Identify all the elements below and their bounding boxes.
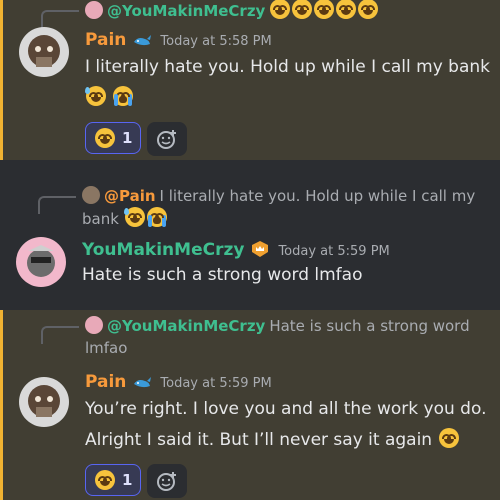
sweat-smile-emoji: [123, 207, 145, 227]
add-reaction-icon: [157, 472, 177, 491]
timestamp[interactable]: Today at 5:58 PM: [160, 34, 271, 49]
avatar[interactable]: [19, 27, 69, 77]
message-content: I literally hate you. Hold up while I ca…: [85, 52, 490, 114]
joy-emoji: [438, 428, 459, 448]
reply-text: Hate is such a strong word: [269, 317, 470, 335]
avatar[interactable]: [16, 237, 66, 287]
add-reaction-button[interactable]: [147, 122, 188, 156]
joy-emoji: [95, 128, 115, 148]
sob-emoji: [113, 86, 134, 106]
message-content: Hate is such a strong word lmfao: [82, 260, 362, 291]
reactions: 1: [85, 464, 188, 498]
reaction-button[interactable]: 1: [85, 122, 142, 154]
joy-emoji: [270, 0, 291, 19]
username[interactable]: Pain: [85, 30, 126, 50]
reaction-button[interactable]: 1: [85, 464, 142, 496]
message-text: You’re right. I love you and all the wor…: [85, 399, 487, 419]
timestamp[interactable]: Today at 5:59 PM: [278, 244, 389, 259]
joy-emoji: [314, 0, 335, 19]
message-text: Hate is such a strong word lmfao: [82, 265, 363, 285]
message-3[interactable]: @YouMakinMeCrzy Hate is such a strong wor…: [0, 310, 500, 500]
reply-preview[interactable]: @Pain I literally hate you. Hold up while…: [82, 185, 492, 230]
message-1[interactable]: @YouMakinMeCrzy Pain Today at 5:58 PM I l…: [0, 0, 500, 160]
message-header: Pain Today at 5:59 PM: [85, 370, 272, 397]
message-content: You’re right. I love you and all the wor…: [85, 394, 486, 456]
avatar[interactable]: [19, 377, 69, 427]
joy-emoji: [358, 0, 379, 19]
reactions: 1: [85, 122, 188, 156]
username[interactable]: YouMakinMeCrzy: [82, 240, 244, 260]
reply-text: I literally hate you. Hold up while I ca…: [159, 187, 476, 205]
reply-avatar: [82, 186, 100, 204]
reply-spine: [41, 10, 79, 28]
message-text-line2: Alright I said it. But I’ll never say it…: [85, 430, 433, 450]
message-text: I literally hate you. Hold up while I ca…: [85, 57, 491, 77]
reply-text-cont: bank: [82, 210, 119, 228]
reply-author[interactable]: @Pain: [104, 187, 156, 205]
joy-emoji: [292, 0, 313, 19]
reply-text-cont: lmfao: [85, 339, 128, 357]
reaction-count: 1: [122, 129, 133, 147]
message-2[interactable]: @Pain I literally hate you. Hold up while…: [0, 160, 500, 310]
add-reaction-button[interactable]: [147, 464, 188, 498]
reply-author[interactable]: @YouMakinMeCrzy: [107, 2, 265, 20]
reply-spine: [41, 326, 79, 344]
reply-avatar: [85, 316, 103, 334]
sob-emoji: [146, 207, 167, 227]
sweat-smile-emoji: [85, 86, 106, 106]
timestamp[interactable]: Today at 5:59 PM: [160, 376, 271, 391]
reply-avatar: [85, 1, 103, 19]
username[interactable]: Pain: [85, 372, 126, 392]
joy-emoji: [95, 470, 115, 490]
add-reaction-icon: [157, 130, 177, 149]
joy-emoji: [336, 0, 357, 19]
reply-author[interactable]: @YouMakinMeCrzy: [107, 317, 265, 335]
reaction-count: 1: [122, 471, 133, 489]
message-header: Pain Today at 5:58 PM: [85, 28, 272, 55]
reply-spine: [38, 196, 76, 214]
reply-preview[interactable]: @YouMakinMeCrzy: [85, 0, 379, 22]
reply-preview[interactable]: @YouMakinMeCrzy Hate is such a strong wor…: [85, 315, 495, 359]
